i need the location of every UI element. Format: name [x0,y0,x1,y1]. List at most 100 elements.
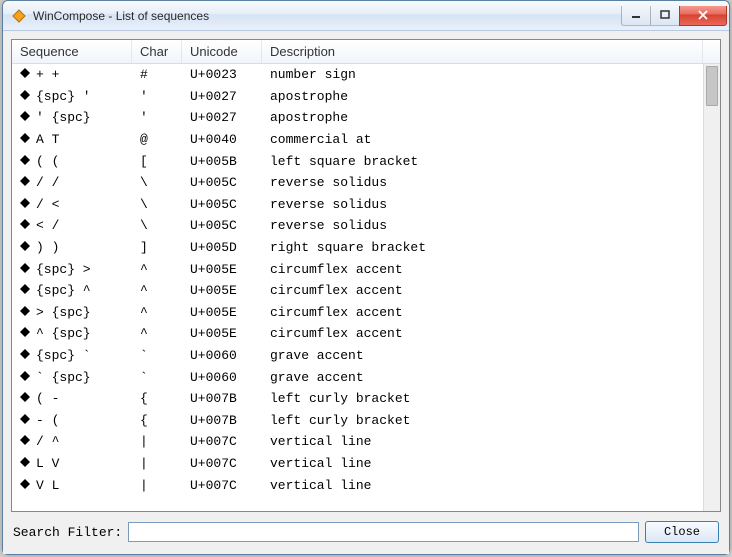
table-row[interactable]: ( -{U+007Bleft curly bracket [12,388,703,410]
cell-unicode: U+007C [182,434,262,449]
compose-key-icon [20,240,30,255]
cell-char: { [132,413,182,428]
cell-sequence: ( - [12,391,132,406]
col-unicode[interactable]: Unicode [182,40,262,63]
cell-char: ^ [132,326,182,341]
table-row[interactable]: > {spc}^U+005Ecircumflex accent [12,302,703,324]
col-description[interactable]: Description [262,40,703,63]
table-row[interactable]: ) )]U+005Dright square bracket [12,237,703,259]
titlebar[interactable]: WinCompose - List of sequences [3,1,729,31]
compose-key-icon [20,283,30,298]
cell-description: commercial at [262,132,703,147]
table-row[interactable]: / ^|U+007Cvertical line [12,431,703,453]
maximize-button[interactable] [650,6,680,26]
table-row[interactable]: V L|U+007Cvertical line [12,474,703,496]
cell-sequence: / / [12,175,132,190]
table-row[interactable]: ^ {spc}^U+005Ecircumflex accent [12,323,703,345]
col-spacer [703,40,720,63]
cell-unicode: U+005C [182,218,262,233]
rows-container: + +#U+0023number sign{spc} ''U+0027apost… [12,64,703,511]
cell-char: { [132,391,182,406]
app-icon [11,8,27,24]
cell-char: \ [132,175,182,190]
compose-key-icon [20,391,30,406]
cell-unicode: U+0040 [182,132,262,147]
scrollbar-thumb[interactable] [706,66,718,106]
vertical-scrollbar[interactable] [703,64,720,511]
cell-char: | [132,434,182,449]
cell-description: reverse solidus [262,218,703,233]
compose-key-icon [20,456,30,471]
cell-unicode: U+005C [182,175,262,190]
cell-sequence: - ( [12,413,132,428]
cell-unicode: U+005E [182,283,262,298]
cell-sequence: / ^ [12,434,132,449]
table-row[interactable]: + +#U+0023number sign [12,64,703,86]
compose-key-icon [20,370,30,385]
cell-description: grave accent [262,370,703,385]
compose-key-icon [20,348,30,363]
compose-key-icon [20,262,30,277]
cell-sequence: ' {spc} [12,110,132,125]
cell-description: circumflex accent [262,326,703,341]
cell-description: right square bracket [262,240,703,255]
compose-key-icon [20,67,30,82]
col-sequence[interactable]: Sequence [12,40,132,63]
cell-sequence: < / [12,218,132,233]
cell-unicode: U+007B [182,391,262,406]
cell-sequence: ( ( [12,154,132,169]
table-row[interactable]: ( ([U+005Bleft square bracket [12,150,703,172]
cell-char: | [132,456,182,471]
table-row[interactable]: ` {spc}`U+0060grave accent [12,366,703,388]
table-row[interactable]: {spc} ''U+0027apostrophe [12,86,703,108]
column-headers: Sequence Char Unicode Description [12,40,720,64]
table-row[interactable]: {spc} >^U+005Ecircumflex accent [12,258,703,280]
search-input[interactable] [128,522,639,542]
table-row[interactable]: A T@U+0040commercial at [12,129,703,151]
cell-sequence: {spc} ^ [12,283,132,298]
cell-sequence: ) ) [12,240,132,255]
table-row[interactable]: ' {spc}'U+0027apostrophe [12,107,703,129]
close-button[interactable]: Close [645,521,719,543]
cell-description: circumflex accent [262,283,703,298]
cell-char: ] [132,240,182,255]
col-char[interactable]: Char [132,40,182,63]
minimize-button[interactable] [621,6,651,26]
cell-sequence: / < [12,197,132,212]
table-row[interactable]: < /\U+005Creverse solidus [12,215,703,237]
compose-key-icon [20,89,30,104]
cell-unicode: U+0060 [182,348,262,363]
cell-sequence: V L [12,478,132,493]
cell-unicode: U+005E [182,262,262,277]
cell-unicode: U+0060 [182,370,262,385]
compose-key-icon [20,110,30,125]
sequence-list[interactable]: Sequence Char Unicode Description + +#U+… [11,39,721,512]
cell-description: apostrophe [262,89,703,104]
cell-description: vertical line [262,478,703,493]
search-label: Search Filter: [13,525,122,540]
cell-char: ` [132,348,182,363]
cell-description: circumflex accent [262,305,703,320]
compose-key-icon [20,132,30,147]
cell-unicode: U+005D [182,240,262,255]
cell-sequence: ` {spc} [12,370,132,385]
cell-unicode: U+005C [182,197,262,212]
cell-description: left curly bracket [262,413,703,428]
window: WinCompose - List of sequences Sequence … [2,0,730,555]
cell-char: @ [132,132,182,147]
close-window-button[interactable] [679,6,727,26]
compose-key-icon [20,305,30,320]
compose-key-icon [20,413,30,428]
table-row[interactable]: {spc} ``U+0060grave accent [12,345,703,367]
cell-sequence: {spc} ' [12,89,132,104]
cell-description: number sign [262,67,703,82]
table-row[interactable]: / <\U+005Creverse solidus [12,194,703,216]
cell-unicode: U+005E [182,326,262,341]
cell-description: vertical line [262,456,703,471]
table-row[interactable]: - ({U+007Bleft curly bracket [12,410,703,432]
table-row[interactable]: / /\U+005Creverse solidus [12,172,703,194]
cell-description: left curly bracket [262,391,703,406]
table-row[interactable]: {spc} ^^U+005Ecircumflex accent [12,280,703,302]
table-row[interactable]: L V|U+007Cvertical line [12,453,703,475]
footer-bar: Search Filter: Close [11,518,721,546]
